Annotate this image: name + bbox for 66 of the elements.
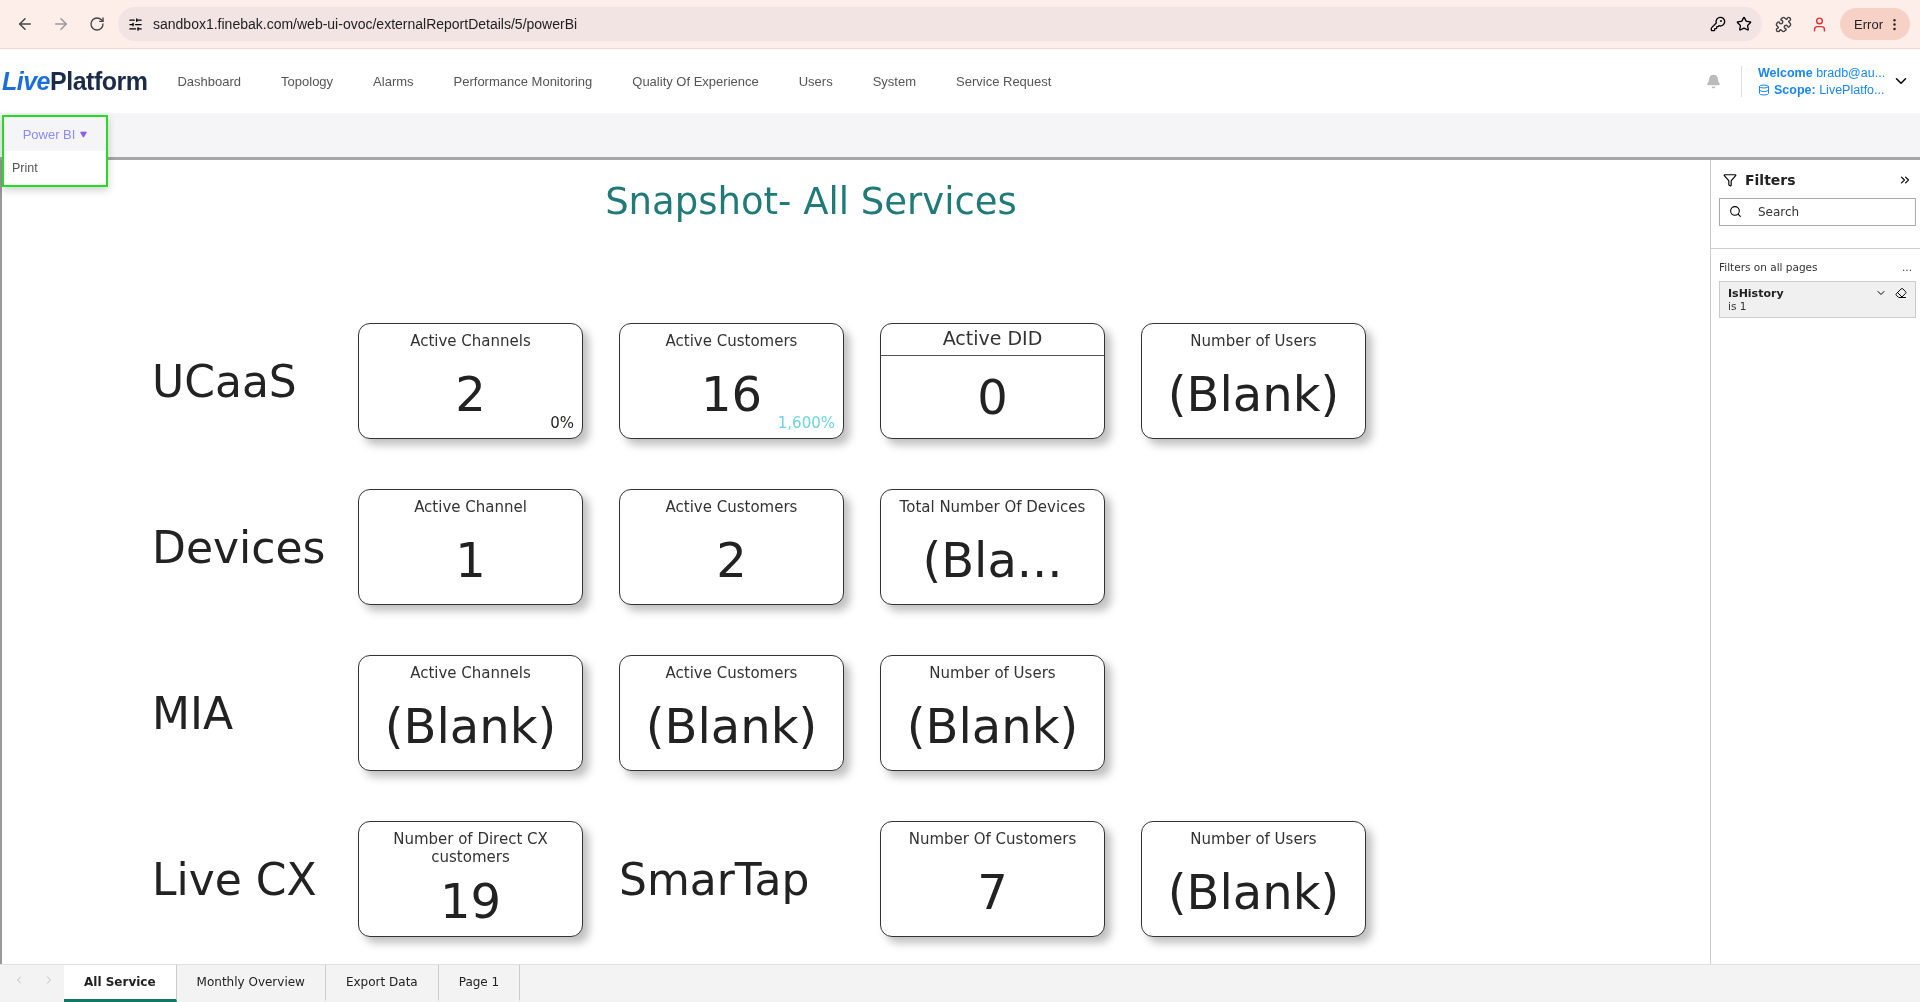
scope-text[interactable]: Scope: LivePlatfo... (1758, 82, 1888, 97)
section-label: UCaaS (152, 355, 298, 407)
card-value: 0 (977, 369, 1008, 425)
card-title: Total Number Of Devices (898, 497, 1087, 516)
section-label: MIA (152, 687, 235, 739)
card-value: 16 (700, 366, 763, 422)
filter-icon (1723, 173, 1737, 187)
card-value: 7 (977, 864, 1008, 920)
report-title: Snapshot- All Services (604, 180, 1018, 223)
database-icon (1758, 83, 1770, 96)
card-title: Number of Users (1189, 331, 1318, 350)
card-delta: 0% (550, 414, 574, 432)
more-options[interactable]: ... (1902, 261, 1912, 273)
nav-link[interactable]: Quality Of Experience (612, 73, 779, 89)
card-title: Active Channels (409, 331, 532, 350)
section-label: Live CX (152, 853, 318, 905)
card-title: Number of Users (928, 663, 1057, 682)
card-value: (Blank) (645, 698, 818, 754)
card-value: 19 (439, 873, 502, 929)
card-title: Number Of Customers (907, 829, 1078, 848)
collapse-icon[interactable] (1898, 173, 1912, 187)
card-value: 2 (455, 366, 486, 422)
filter-card[interactable]: IsHistory is 1 (1719, 281, 1916, 318)
card-title: Active Customers (664, 663, 799, 682)
nav-link[interactable]: Alarms (353, 73, 434, 89)
nav-link[interactable]: Performance Monitoring (433, 73, 613, 89)
welcome-text[interactable]: Welcome bradb@au... (1758, 65, 1888, 80)
card-value: (Bla... (922, 532, 1063, 588)
caret-icon (80, 130, 88, 138)
search-field[interactable]: Search (1719, 198, 1916, 226)
section-heading: Filters on all pages (1719, 261, 1819, 273)
card-value: (Blank) (1167, 864, 1340, 920)
logo[interactable]: LivePlatform (2, 66, 148, 96)
filters-title: Filters (1745, 172, 1797, 188)
card-title: Active Customers (664, 497, 799, 516)
card-value: 1 (455, 532, 486, 588)
section-label: Devices (152, 521, 322, 573)
search-icon (1729, 205, 1742, 218)
site-info-icon[interactable] (128, 16, 143, 32)
filter-name: IsHistory (1728, 287, 1785, 300)
address-bar[interactable]: sandbox1.finebak.com/web-ui-ovoc/externalReportDetails/5/powerBi (118, 7, 1763, 41)
menu-item[interactable]: Print (4, 151, 106, 185)
section-label: SmarTap (619, 853, 811, 905)
card-title: Number of Users (1189, 829, 1318, 848)
card-value: 2 (716, 532, 747, 588)
card-value: (Blank) (906, 698, 1079, 754)
nav-link[interactable]: Users (778, 73, 853, 89)
card-value: (Blank) (1167, 366, 1340, 422)
filter-condition: is 1 (1728, 300, 1748, 312)
eraser-icon[interactable] (1895, 287, 1907, 299)
card-title: Active Customers (664, 331, 799, 350)
card-title: Active Channels (409, 663, 532, 682)
profile-status-button[interactable]: Error (1840, 8, 1910, 40)
url-text: sandbox1.finebak.com/web-ui-ovoc/externalReportDetails/5/powerBi (153, 16, 579, 32)
nav-link[interactable]: Dashboard (157, 73, 262, 89)
page-tab[interactable]: All Service (64, 965, 177, 1002)
nav-link[interactable]: Topology (261, 73, 354, 89)
star-icon[interactable] (1736, 16, 1753, 32)
card-title: Number of Direct CX customers (392, 829, 549, 866)
key-icon[interactable] (1710, 16, 1727, 32)
card-value: (Blank) (384, 698, 557, 754)
card-delta: 1,600% (777, 414, 835, 432)
card-title: Active DID (881, 324, 1104, 356)
nav-link[interactable]: System (852, 73, 937, 89)
card-title: Active Channel (413, 497, 528, 516)
nav-link[interactable]: Service Request (936, 73, 1072, 89)
